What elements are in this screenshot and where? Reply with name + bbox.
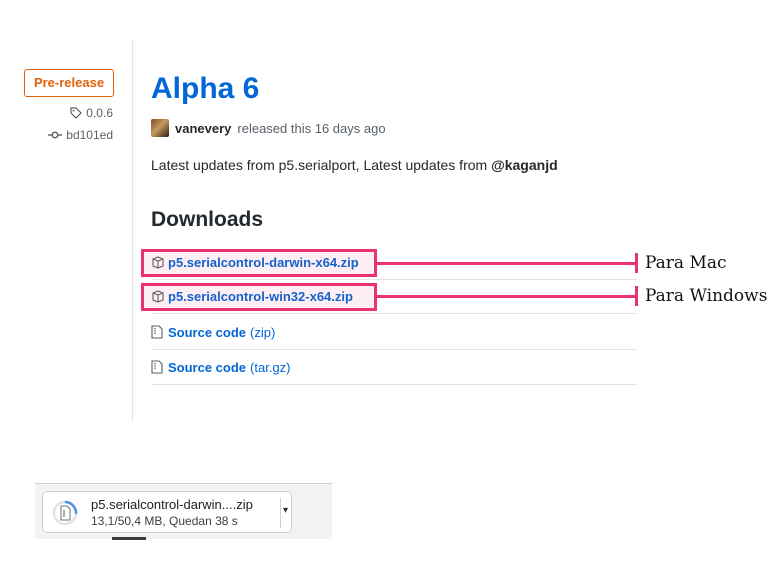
tag-label: 0.0.6	[86, 106, 113, 120]
download-filename: p5.serialcontrol-darwin....zip	[91, 497, 253, 512]
avatar[interactable]	[151, 119, 169, 137]
commit-info[interactable]: bd101ed	[48, 128, 113, 142]
release-description: Latest updates from p5.serialport, Lates…	[151, 157, 558, 173]
file-zip-icon	[151, 325, 165, 339]
highlight-windows	[141, 283, 377, 311]
asset-link[interactable]: Source code	[168, 360, 246, 375]
sidebar-divider	[132, 40, 133, 422]
callout-line-mac	[377, 262, 636, 265]
mention-link[interactable]: @kaganjd	[491, 157, 558, 173]
asset-row-source-targz[interactable]: Source code (tar.gz)	[151, 350, 637, 385]
download-item[interactable]: p5.serialcontrol-darwin....zip 13,1/50,4…	[42, 491, 292, 533]
asset-ext: (zip)	[250, 324, 276, 340]
callout-tick-mac	[635, 253, 638, 273]
pre-release-badge: Pre-release	[24, 69, 114, 97]
download-bar: p5.serialcontrol-darwin....zip 13,1/50,4…	[35, 483, 332, 539]
file-zip-icon	[151, 360, 165, 374]
released-text: released this 16 days ago	[237, 120, 386, 136]
callout-line-windows	[377, 295, 636, 298]
download-progress-icon	[52, 500, 78, 526]
tag-info[interactable]: 0.0.6	[70, 106, 113, 120]
download-status: 13,1/50,4 MB, Quedan 38 s	[91, 514, 238, 528]
commit-label: bd101ed	[66, 128, 113, 142]
release-byline: vanevery released this 16 days ago	[151, 119, 386, 137]
release-title[interactable]: Alpha 6	[151, 72, 259, 106]
author-link[interactable]: vanevery	[175, 121, 231, 136]
asset-link[interactable]: Source code	[168, 325, 246, 340]
downloads-heading: Downloads	[151, 208, 264, 231]
asset-ext: (tar.gz)	[250, 359, 291, 375]
asset-row-source-zip[interactable]: Source code (zip)	[151, 315, 637, 350]
taskbar-fragment	[112, 537, 146, 540]
callout-tick-windows	[635, 286, 638, 306]
description-text: Latest updates from p5.serialport, Lates…	[151, 157, 492, 173]
download-separator	[280, 498, 281, 528]
tag-icon	[70, 107, 83, 119]
commit-icon	[48, 131, 63, 139]
chevron-down-icon[interactable]: ▾	[283, 505, 288, 516]
highlight-mac	[141, 249, 377, 277]
callout-mac: Para Mac	[645, 253, 727, 273]
callout-windows: Para Windows	[645, 286, 768, 306]
